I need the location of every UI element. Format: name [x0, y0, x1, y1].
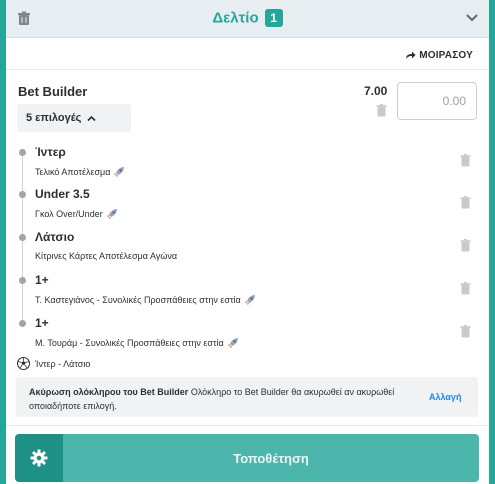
trash-icon[interactable] [459, 281, 472, 295]
betslip-header[interactable]: Δελτίο 1 [6, 0, 489, 38]
selection-name: 1+ [35, 316, 49, 330]
rocket-icon [244, 295, 255, 305]
selection-market-label: Τελικό Αποτέλεσμα [35, 167, 111, 177]
trash-icon[interactable] [375, 103, 388, 117]
soccer-ball-icon [17, 357, 30, 370]
selection-market: Τ. Καστεγιάνος - Συνολικές Προσπάθειες σ… [35, 294, 256, 306]
gear-icon [30, 449, 48, 467]
trash-icon[interactable] [459, 324, 472, 338]
selection-name: Under 3.5 [35, 187, 90, 201]
trash-icon[interactable] [459, 153, 472, 167]
selection-item: Under 3.5 Γκολ Over/Under [0, 187, 495, 229]
selection-market: Μ. Τουράμ - Συνολικές Προσπάθειες στην ε… [35, 337, 239, 349]
selection-market-label: Μ. Τουράμ - Συνολικές Προσπάθειες στην ε… [35, 338, 224, 348]
divider [6, 425, 489, 426]
selection-market: Γκολ Over/Under [35, 208, 118, 220]
void-notice-title: Ακύρωση ολόκληρου του Bet Builder [29, 387, 189, 397]
rocket-icon [106, 209, 117, 219]
timeline-dot [19, 320, 26, 327]
betslip-title: Δελτίο 1 [6, 9, 489, 28]
event-row: Ίντερ - Λάτσιο [17, 357, 90, 370]
share-label: ΜΟΙΡΑΣΟΥ [419, 50, 473, 61]
timeline-dot [19, 234, 26, 241]
rocket-icon [227, 338, 238, 348]
selection-count-badge: 1 [264, 9, 283, 28]
selection-market-label: Γκολ Over/Under [35, 209, 103, 219]
timeline-dot [19, 277, 26, 284]
void-notice: Ακύρωση ολόκληρου του Bet Builder Ολόκλη… [16, 377, 478, 417]
betslip-title-text: Δελτίο [212, 9, 259, 27]
change-link[interactable]: Αλλαγή [429, 392, 461, 402]
settings-button[interactable] [15, 434, 63, 482]
selection-item: Λάτσιο Κίτρινες Κάρτες Αποτέλεσμα Αγώνα [0, 230, 495, 272]
selection-name: Λάτσιο [35, 230, 75, 244]
selection-market-label: Κίτρινες Κάρτες Αποτέλεσμα Αγώνα [35, 251, 178, 261]
trash-icon[interactable] [459, 195, 472, 209]
selection-name: Ίντερ [35, 145, 66, 159]
selection-item: Ίντερ Τελικό Αποτέλεσμα [0, 145, 495, 187]
share-row: ΜΟΙΡΑΣΟΥ [6, 44, 489, 70]
chevron-down-icon[interactable] [465, 11, 479, 25]
selections-toggle-label: 5 επιλογές [26, 112, 82, 124]
selection-market: Κίτρινες Κάρτες Αποτέλεσμα Αγώνα [35, 251, 177, 261]
selection-item: 1+ Τ. Καστεγιάνος - Συνολικές Προσπάθειε… [0, 273, 495, 315]
stake-input[interactable] [397, 82, 477, 120]
event-label: Ίντερ - Λάτσιο [35, 358, 91, 369]
total-odds: 7.00 [364, 84, 388, 98]
chevron-up-icon [87, 115, 96, 122]
rocket-icon [114, 167, 125, 177]
timeline-dot [19, 191, 26, 198]
share-arrow-icon [406, 51, 416, 59]
bet-builder-title: Bet Builder [18, 84, 88, 99]
share-button[interactable]: ΜΟΙΡΑΣΟΥ [405, 50, 473, 61]
place-bet-button[interactable]: Τοποθέτηση [63, 434, 479, 482]
selections-toggle[interactable]: 5 επιλογές [17, 104, 131, 132]
void-notice-text: Ακύρωση ολόκληρου του Bet Builder Ολόκλη… [29, 385, 421, 413]
selection-item: 1+ Μ. Τουράμ - Συνολικές Προσπάθειες στη… [0, 316, 495, 358]
trash-icon[interactable] [459, 238, 472, 252]
place-bet-bar: Τοποθέτηση [15, 434, 479, 482]
selection-name: 1+ [35, 273, 49, 287]
selection-market-label: Τ. Καστεγιάνος - Συνολικές Προσπάθειες σ… [35, 295, 241, 305]
selection-market: Τελικό Αποτέλεσμα [35, 166, 125, 178]
timeline-dot [19, 149, 26, 156]
